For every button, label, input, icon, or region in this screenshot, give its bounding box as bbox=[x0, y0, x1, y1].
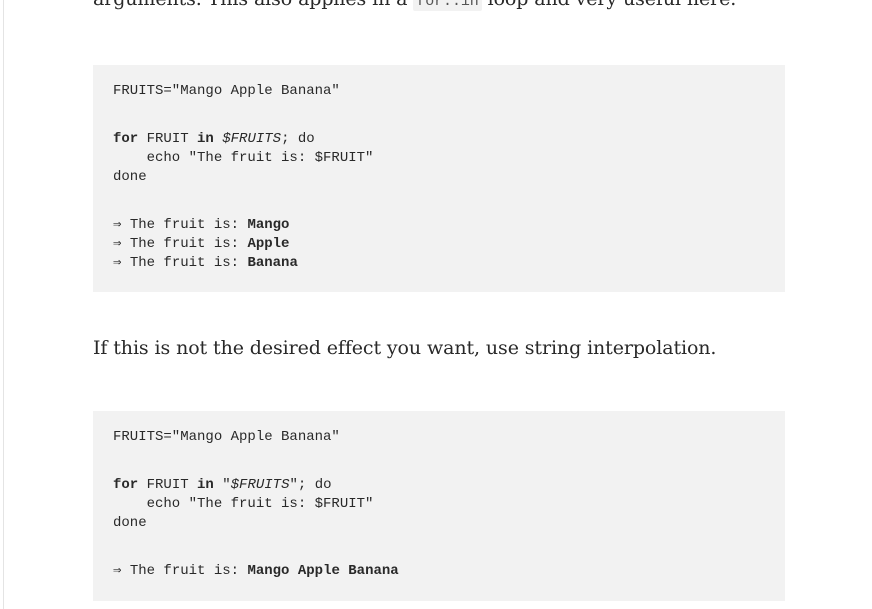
code-line-for-loop: for FRUIT in "$FRUITS"; do bbox=[113, 476, 765, 495]
loop-variable: FRUIT bbox=[138, 131, 198, 147]
intro-text-after: loop and very useful here. bbox=[482, 0, 737, 10]
code-output-line: ⇒ The fruit is: Apple bbox=[113, 235, 765, 254]
output-prefix: ⇒ The fruit is: bbox=[113, 563, 248, 579]
keyword-for: for bbox=[113, 131, 139, 147]
code-block-string-interpolation: FRUITS="Mango Apple Banana" for FRUIT in… bbox=[93, 411, 785, 601]
keyword-in: in bbox=[197, 131, 214, 147]
code-line-echo: echo "The fruit is: $FRUIT" bbox=[113, 496, 374, 512]
code-block-word-splitting: FRUITS="Mango Apple Banana" for FRUIT in… bbox=[93, 65, 785, 292]
page-left-border bbox=[3, 0, 4, 609]
loop-separator: ; bbox=[281, 131, 298, 147]
output-prefix: ⇒ The fruit is: bbox=[113, 217, 248, 233]
output-value: Banana bbox=[247, 255, 298, 271]
code-line-assign: FRUITS="Mango Apple Banana" bbox=[113, 429, 340, 445]
code-line-assign: FRUITS="Mango Apple Banana" bbox=[113, 83, 340, 99]
middle-paragraph: If this is not the desired effect you wa… bbox=[93, 337, 717, 359]
code-line-echo: echo "The fruit is: $FRUIT" bbox=[113, 150, 374, 166]
output-value: Apple bbox=[247, 236, 290, 252]
loop-space bbox=[214, 131, 222, 147]
code-output-line: ⇒ The fruit is: Banana bbox=[113, 254, 765, 273]
code-output-line: ⇒ The fruit is: Mango Apple Banana bbox=[113, 562, 765, 581]
loop-close-quote: "; bbox=[289, 477, 315, 493]
loop-list-variable: $FRUITS bbox=[230, 477, 290, 493]
code-line-for-loop: for FRUIT in $FRUITS; do bbox=[113, 130, 765, 149]
output-prefix: ⇒ The fruit is: bbox=[113, 236, 248, 252]
intro-paragraph: arguments. This also applies in a for..i… bbox=[93, 0, 736, 16]
keyword-for: for bbox=[113, 477, 139, 493]
output-value: Mango Apple Banana bbox=[247, 563, 399, 579]
output-prefix: ⇒ The fruit is: bbox=[113, 255, 248, 271]
output-value: Mango bbox=[247, 217, 290, 233]
loop-open-quote: " bbox=[213, 477, 231, 493]
inline-code-for-in: for..in bbox=[413, 0, 482, 11]
code-line-done: done bbox=[113, 515, 147, 531]
keyword-in: in bbox=[197, 477, 214, 493]
keyword-do: do bbox=[297, 131, 315, 147]
code-output-line: ⇒ The fruit is: Mango bbox=[113, 216, 765, 235]
keyword-do: do bbox=[314, 477, 332, 493]
intro-text-before: arguments. This also applies in a bbox=[93, 0, 413, 10]
loop-variable: FRUIT bbox=[138, 477, 198, 493]
code-line-done: done bbox=[113, 169, 147, 185]
loop-list-variable: $FRUITS bbox=[222, 131, 282, 147]
